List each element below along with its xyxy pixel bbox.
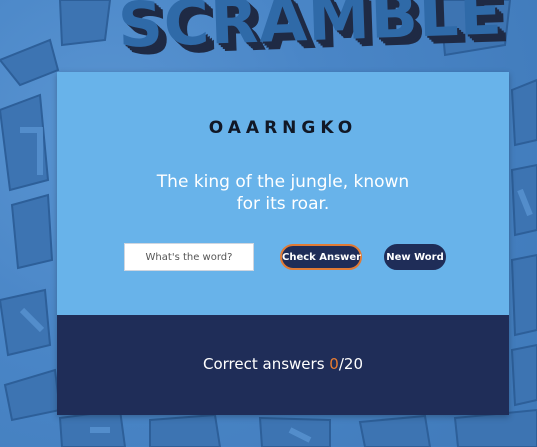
score-label: Correct answers [203, 355, 325, 373]
total-count: 20 [343, 355, 363, 373]
scrambled-word: OAARNGKO [208, 118, 358, 138]
word-hint: The king of the jungle, known for its ro… [156, 172, 410, 214]
new-word-button[interactable]: New Word [384, 244, 446, 270]
game-card: OAARNGKO The king of the jungle, known f… [57, 72, 509, 415]
check-answer-button[interactable]: Check Answer [280, 244, 362, 270]
puzzle-panel: OAARNGKO The king of the jungle, known f… [57, 72, 509, 315]
answer-input[interactable] [124, 243, 254, 271]
correct-count: 0 [329, 355, 339, 373]
score-display: Correct answers 0/20 [57, 355, 509, 373]
